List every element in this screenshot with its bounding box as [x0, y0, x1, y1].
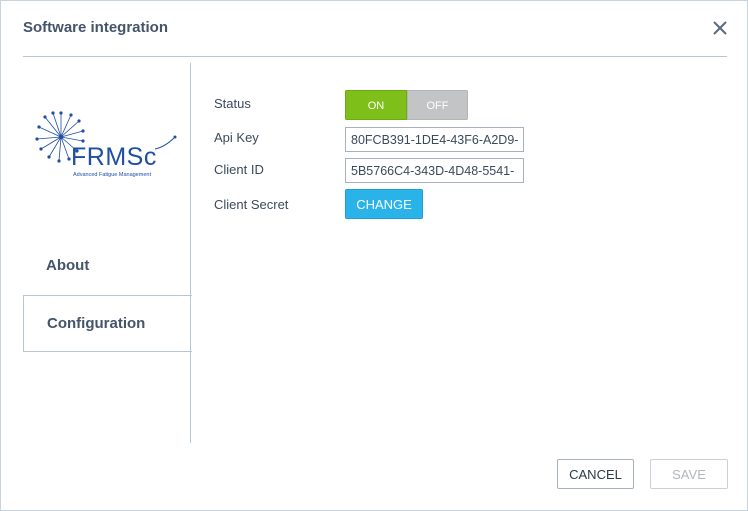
header-divider [23, 56, 727, 57]
api-key-field[interactable] [345, 127, 524, 152]
client-id-field[interactable] [345, 158, 524, 183]
software-integration-dialog: Software integration FRMSc Advanced Fati… [0, 0, 748, 511]
client-secret-label: Client Secret [214, 197, 289, 212]
sidebar-item-about[interactable]: About [23, 251, 191, 295]
dialog-title: Software integration [23, 19, 169, 36]
close-icon[interactable] [709, 17, 731, 39]
sidebar-divider [190, 63, 191, 443]
save-button[interactable]: SAVE [650, 459, 728, 489]
change-secret-button[interactable]: CHANGE [345, 189, 423, 219]
cancel-button[interactable]: CANCEL [557, 459, 634, 489]
logo-tagline: Advanced Fatigue Management [73, 172, 151, 178]
status-toggle[interactable]: ON OFF [345, 90, 468, 120]
logo-text: FRMSc [71, 143, 157, 171]
api-key-label: Api Key [214, 130, 259, 145]
status-on-button[interactable]: ON [345, 90, 407, 120]
status-off-button[interactable]: OFF [407, 90, 468, 120]
sidebar-item-configuration[interactable]: Configuration [23, 295, 192, 352]
sidebar: FRMSc Advanced Fatigue Management About … [23, 63, 192, 443]
client-id-label: Client ID [214, 162, 264, 177]
status-label: Status [214, 96, 251, 111]
